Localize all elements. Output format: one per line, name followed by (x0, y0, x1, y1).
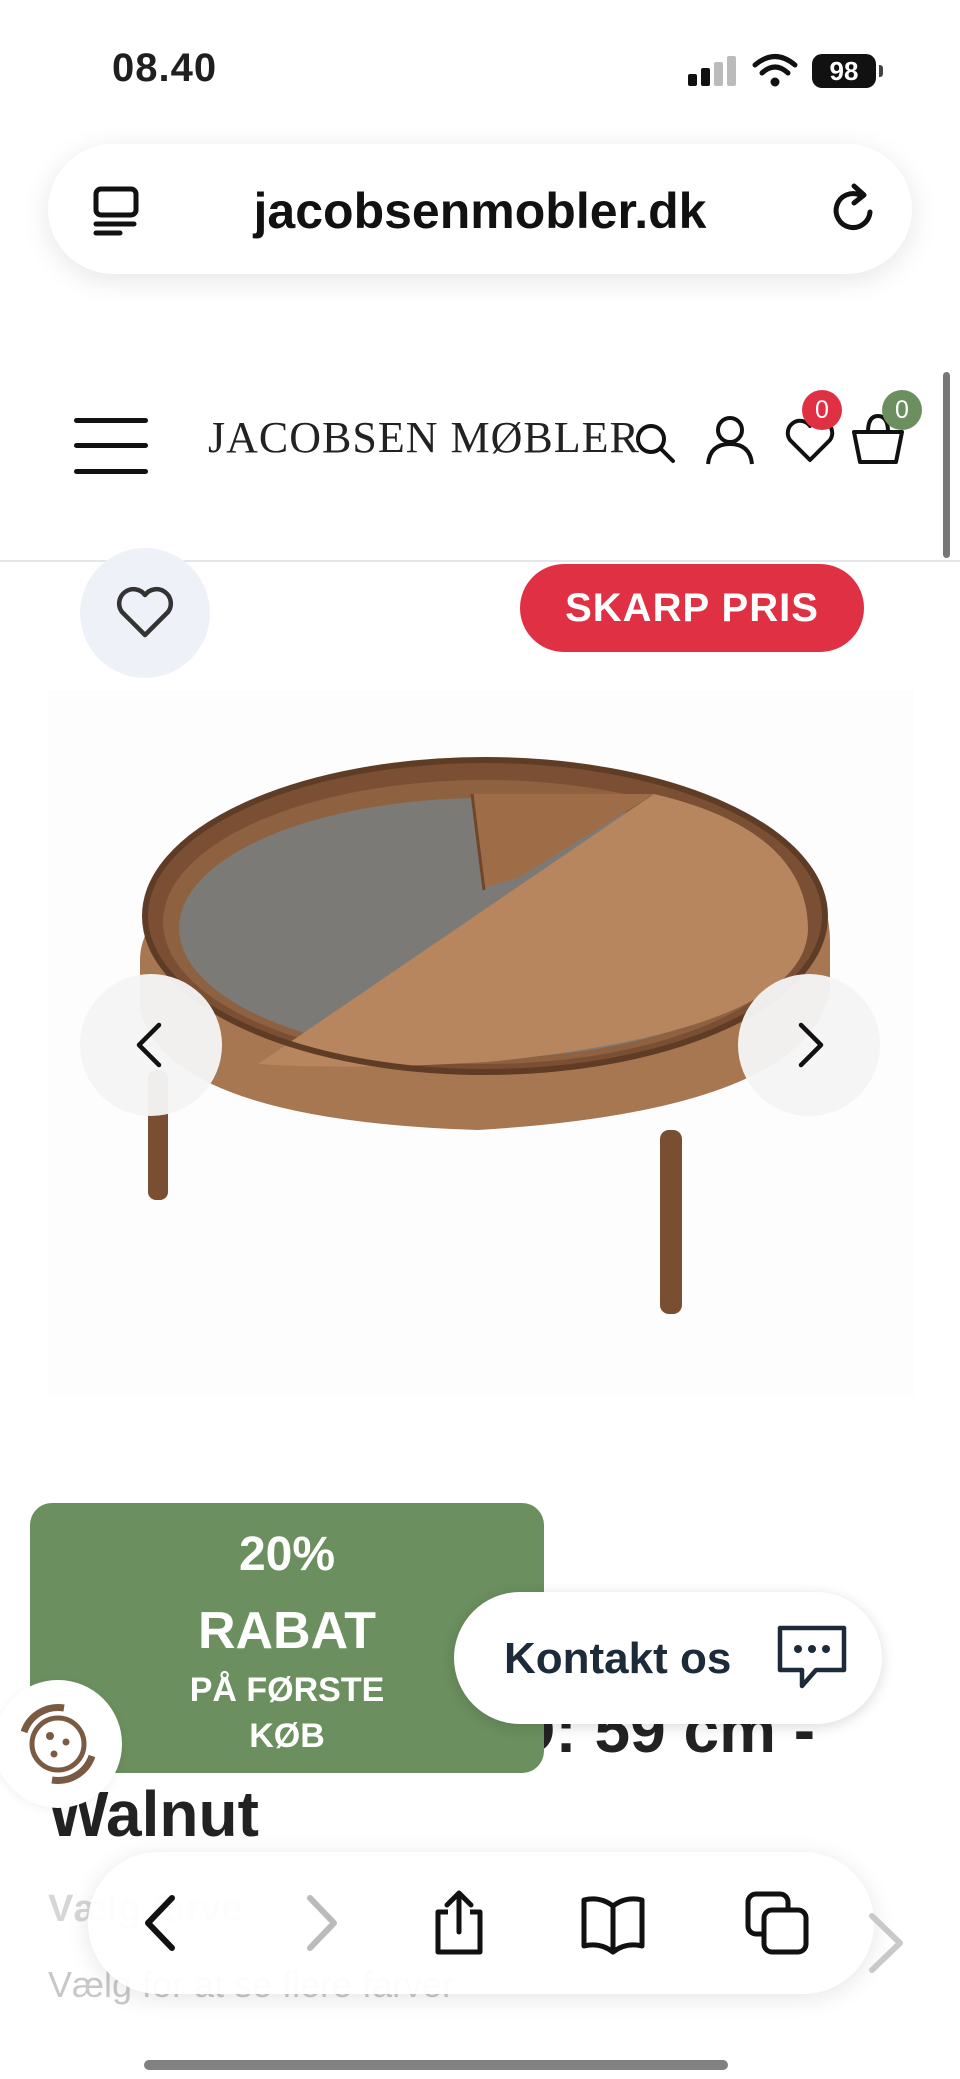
tabs-overview-icon[interactable] (742, 1888, 812, 1958)
heart-icon (116, 587, 174, 638)
site-header: JACOBSEN MØBLER 0 0 (0, 360, 960, 562)
search-icon[interactable] (632, 420, 678, 466)
bookmarks-icon[interactable] (578, 1888, 648, 1958)
promo-percent: 20% (238, 1528, 336, 1581)
chevron-right-icon (798, 1022, 824, 1068)
forward-icon[interactable] (284, 1888, 354, 1958)
cart-count-badge: 0 (882, 390, 922, 430)
cookie-icon (20, 1704, 96, 1784)
user-icon[interactable] (702, 412, 758, 468)
previous-image-button[interactable] (80, 974, 222, 1116)
signal-icon (688, 56, 738, 86)
contact-us-button[interactable]: Kontakt os (454, 1592, 882, 1724)
url-text[interactable]: jacobsenmobler.dk (48, 182, 912, 240)
chevron-left-icon (136, 1022, 162, 1068)
next-image-button[interactable] (738, 974, 880, 1116)
page-scrollbar[interactable] (943, 372, 950, 558)
chevron-right-icon (869, 1913, 903, 1973)
site-logo[interactable]: JACOBSEN MØBLER (208, 412, 640, 463)
reload-icon[interactable] (826, 182, 882, 238)
sale-badge: SKARP PRIS (520, 564, 864, 652)
cookie-settings-button[interactable] (0, 1680, 122, 1808)
wifi-icon (752, 54, 798, 87)
status-time: 08.40 (112, 46, 218, 90)
battery-indicator: 98 (812, 54, 883, 88)
home-indicator[interactable] (144, 2060, 728, 2070)
share-icon[interactable] (424, 1888, 494, 1958)
browser-toolbar (88, 1852, 874, 1994)
wishlist-count-badge: 0 (802, 390, 842, 430)
add-to-wishlist-button[interactable] (80, 548, 210, 678)
back-icon[interactable] (128, 1888, 198, 1958)
address-bar[interactable]: jacobsenmobler.dk (48, 144, 912, 274)
chat-icon (777, 1625, 847, 1689)
menu-icon[interactable] (74, 416, 148, 476)
contact-label: Kontakt os (504, 1634, 732, 1683)
